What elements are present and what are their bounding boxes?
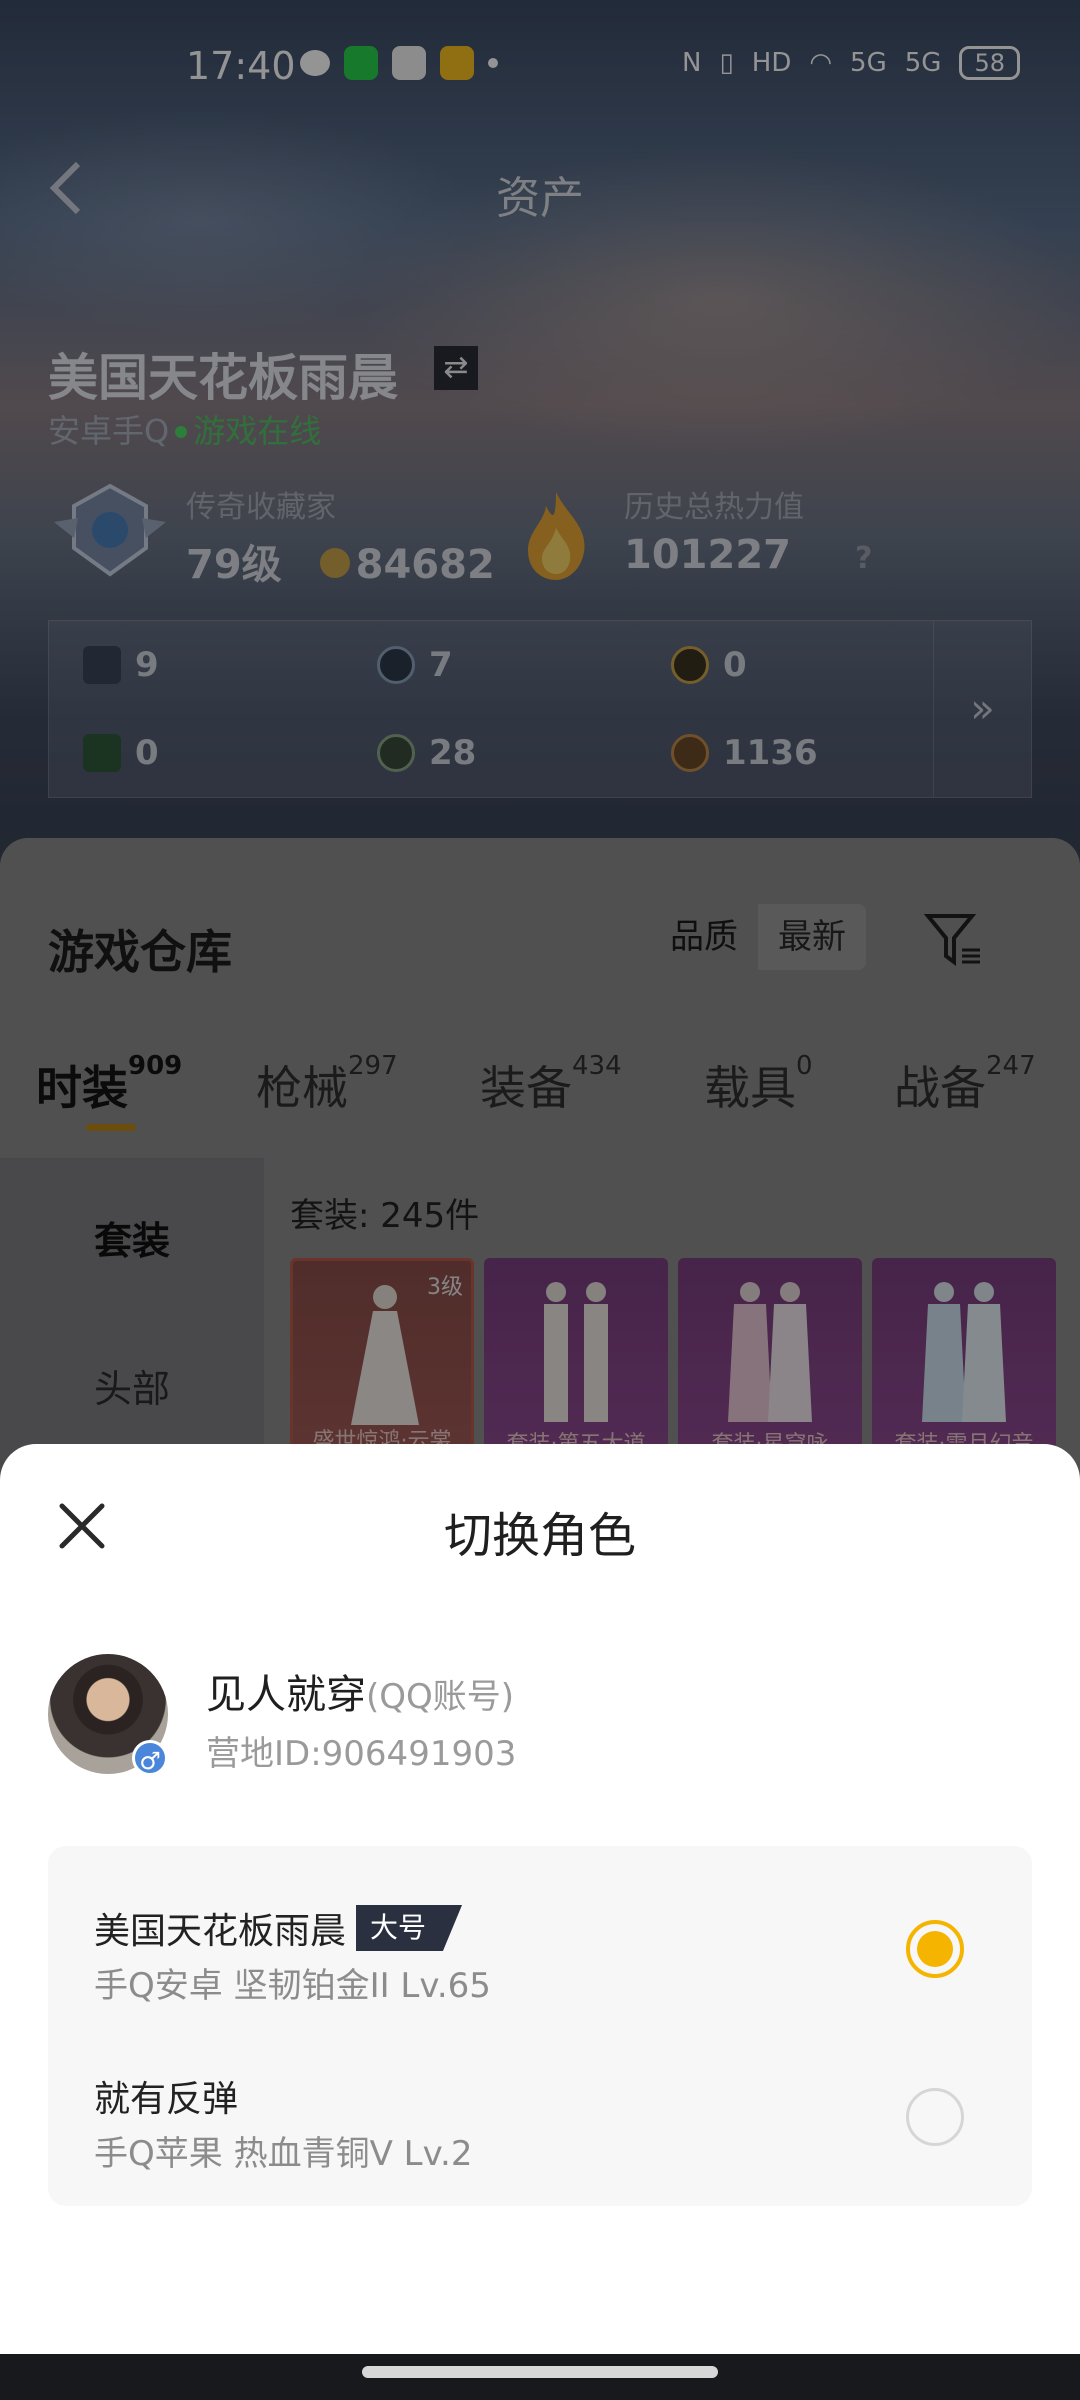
role-radio[interactable] — [906, 2088, 964, 2146]
role-radio-selected[interactable] — [906, 1920, 964, 1978]
account-nickname: 见人就穿 — [206, 1672, 366, 1718]
account-type: (QQ账号) — [366, 1677, 515, 1717]
role-list: 美国天花板雨晨 大号 手Q安卓 坚韧铂金II Lv.65 就有反弹 手Q苹果 热… — [48, 1846, 1032, 2206]
role-meta: 手Q安卓 坚韧铂金II Lv.65 — [94, 1966, 491, 2006]
role-name: 美国天花板雨晨 — [94, 1911, 347, 1952]
main-account-badge: 大号 — [356, 1905, 463, 1951]
role-item[interactable]: 美国天花板雨晨 大号 手Q安卓 坚韧铂金II Lv.65 — [48, 1858, 1032, 2026]
role-name: 就有反弹 — [94, 2079, 239, 2120]
role-item[interactable]: 就有反弹 手Q苹果 热血青铜V Lv.2 — [48, 2026, 1032, 2194]
role-meta: 手Q苹果 热血青铜V Lv.2 — [94, 2134, 473, 2174]
sheet-title: 切换角色 — [443, 1508, 636, 1564]
switch-role-sheet: 切换角色 ♂ 见人就穿(QQ账号) 营地ID:906491903 美国天花板雨晨… — [0, 1444, 1080, 2354]
home-indicator[interactable] — [362, 2366, 718, 2378]
camp-id: 营地ID:906491903 — [206, 1734, 517, 1774]
account-name: 见人就穿(QQ账号) — [206, 1662, 514, 1720]
male-icon: ♂ — [132, 1740, 168, 1776]
